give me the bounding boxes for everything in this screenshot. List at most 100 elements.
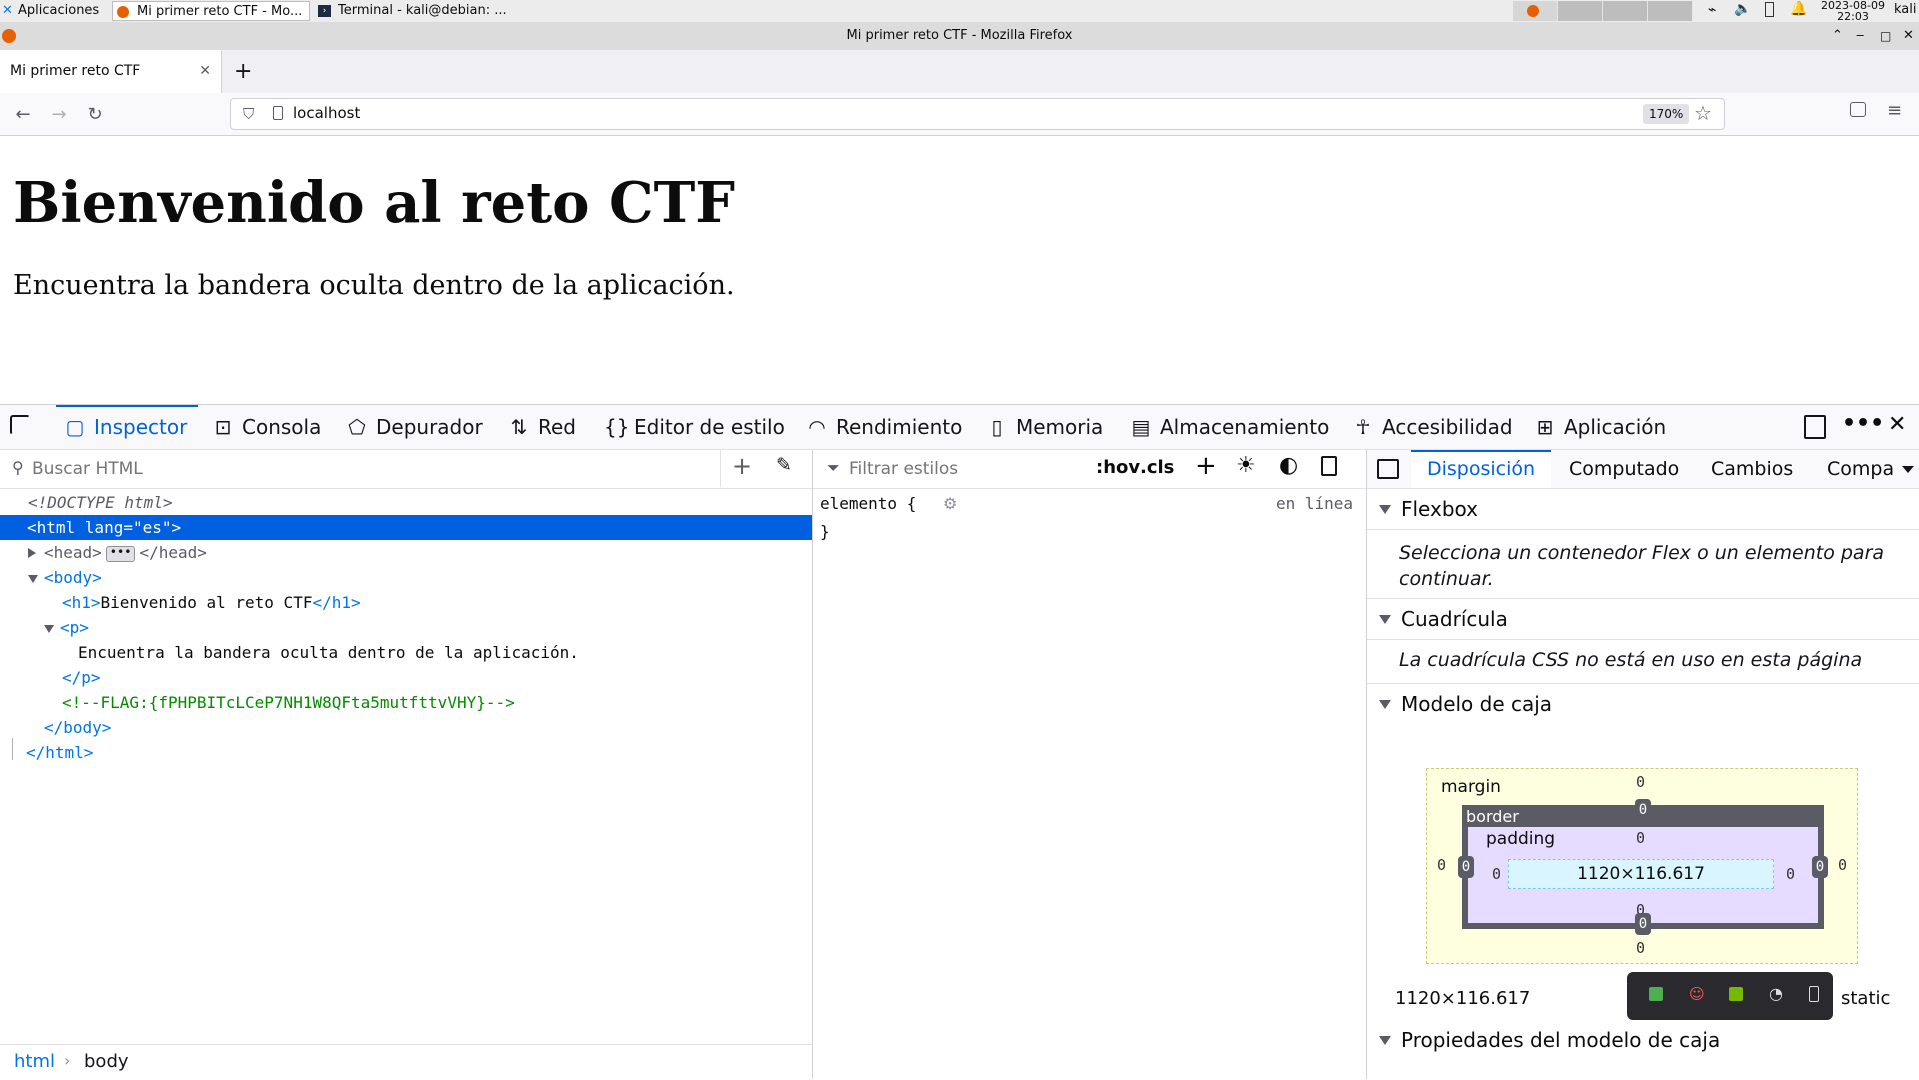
contrast-icon[interactable]: ◐ — [1279, 453, 1298, 478]
p-close-tag[interactable]: </p> — [62, 665, 101, 690]
tray-discord-icon[interactable]: ☺ — [1689, 985, 1705, 1003]
tabs-overflow-chevron-icon[interactable] — [1902, 466, 1914, 473]
tab-inspector[interactable]: ▢ Inspector — [56, 405, 198, 449]
clock[interactable]: 2023-08-09 22:03 — [1820, 0, 1886, 22]
close-devtools-icon[interactable]: ✕ — [1888, 412, 1906, 437]
tab-application[interactable]: ⊞ Aplicación — [1534, 405, 1667, 449]
search-html-input[interactable] — [30, 455, 714, 483]
light-theme-icon[interactable]: ☀ — [1236, 453, 1256, 478]
html-close-tag[interactable]: </html> — [26, 740, 93, 765]
boxmodel-content-size[interactable]: 1120×116.617 — [1508, 859, 1774, 889]
applications-menu[interactable]: ✕ Aplicaciones — [0, 1, 108, 21]
cls-button[interactable]: .cls — [1140, 457, 1174, 478]
grid-section-header[interactable]: Cuadrícula — [1367, 598, 1919, 640]
element-picker-icon[interactable] — [10, 415, 30, 435]
print-media-icon[interactable] — [1321, 456, 1337, 476]
body-close-tag[interactable]: </body> — [44, 715, 111, 740]
padding-top-value[interactable]: 0 — [1636, 829, 1645, 847]
tab-performance[interactable]: ◠ Rendimiento — [806, 405, 962, 449]
browser-tab[interactable]: Mi primer reto CTF ✕ — [0, 50, 222, 93]
expand-arrow-icon[interactable] — [28, 548, 36, 558]
reload-button[interactable]: ↻ — [80, 99, 110, 129]
border-right-value[interactable]: 0 — [1812, 856, 1828, 878]
add-rule-icon[interactable]: + — [1195, 451, 1217, 481]
maximize-button[interactable]: □ — [1880, 22, 1891, 50]
task-firefox[interactable]: Mi primer reto CTF - Mo... — [112, 1, 310, 21]
notification-bell-icon[interactable]: 🔔 — [1790, 1, 1807, 17]
close-window-button[interactable]: ✕ — [1903, 22, 1914, 50]
tray-usb-icon[interactable] — [1809, 986, 1819, 1002]
url-bar[interactable]: ⛉ localhost 170% ☆ — [230, 98, 1725, 130]
h1-node[interactable]: <h1>Bienvenido al reto CTF</h1> — [62, 590, 361, 615]
collapse-arrow-icon[interactable] — [44, 625, 54, 633]
network-icon[interactable]: ⌁ — [1708, 2, 1716, 18]
border-top-value[interactable]: 0 — [1635, 799, 1651, 821]
boxmodel-margin[interactable]: margin 0 0 0 0 border padding 0 0 0 0 11… — [1426, 768, 1858, 964]
window-up-icon[interactable]: ⌃ — [1832, 22, 1843, 50]
new-tab-button[interactable]: + — [234, 59, 252, 84]
rule-source[interactable]: en línea — [1276, 494, 1353, 513]
tab-accessibility[interactable]: ☥ Accesibilidad — [1352, 405, 1513, 449]
collapsed-ellipsis-badge[interactable]: ••• — [105, 545, 136, 562]
minimize-button[interactable]: ‒ — [1856, 22, 1864, 50]
filter-styles-input[interactable] — [847, 455, 1091, 483]
task-terminal[interactable]: › Terminal - kali@debian: ... — [314, 1, 510, 21]
close-tab-icon[interactable]: ✕ — [199, 50, 211, 93]
margin-right-value[interactable]: 0 — [1838, 856, 1847, 874]
tab-storage[interactable]: ▤ Almacenamiento — [1130, 405, 1330, 449]
rule-selector[interactable]: elemento { — [820, 494, 916, 513]
margin-bottom-value[interactable]: 0 — [1636, 939, 1645, 957]
eyedropper-icon[interactable]: ✎ — [776, 454, 792, 476]
breadcrumb-html[interactable]: html — [14, 1051, 55, 1072]
tab-memory[interactable]: ▯ Memoria — [986, 405, 1103, 449]
url-text[interactable]: localhost — [293, 104, 360, 122]
tray-nvidia-icon[interactable] — [1729, 987, 1743, 1001]
boxmodel-section-header[interactable]: Modelo de caja — [1367, 683, 1919, 724]
padding-right-value[interactable]: 0 — [1786, 865, 1795, 883]
flag-comment-node[interactable]: <!--FLAG:{fPHPBITcLCeP7NH1W8QFta5mutfttv… — [62, 690, 515, 715]
pocket-icon[interactable] — [1850, 102, 1866, 117]
workspace-3[interactable] — [1603, 1, 1648, 21]
add-node-icon[interactable]: + — [732, 452, 752, 480]
padding-left-value[interactable]: 0 — [1492, 865, 1501, 883]
tab-debugger[interactable]: ⬠ Depurador — [346, 405, 482, 449]
boxmodel-border[interactable]: border padding 0 0 0 0 1120×116.617 0 0 … — [1458, 799, 1828, 935]
sidebar-tab-compatibility[interactable]: Compa — [1827, 450, 1899, 488]
tab-network[interactable]: ⇅ Red — [508, 405, 576, 449]
tray-app-icon[interactable] — [1649, 987, 1663, 1001]
battery-icon[interactable] — [1765, 2, 1774, 17]
zoom-indicator[interactable]: 170% — [1643, 104, 1690, 124]
tab-console[interactable]: ⊡ Consola — [212, 405, 322, 449]
sidebar-tab-changes[interactable]: Cambios — [1711, 450, 1793, 488]
more-options-icon[interactable]: ••• — [1842, 411, 1884, 436]
collapse-arrow-icon[interactable] — [28, 575, 38, 583]
tray-steam-icon[interactable]: ◔ — [1769, 984, 1783, 1003]
breadcrumb-body[interactable]: body — [84, 1051, 129, 1072]
workspace-1[interactable] — [1513, 1, 1558, 21]
margin-top-value[interactable]: 0 — [1636, 773, 1645, 791]
body-node[interactable]: <body> — [28, 565, 102, 590]
border-bottom-value[interactable]: 0 — [1635, 913, 1651, 935]
bookmark-star-icon[interactable]: ☆ — [1694, 101, 1712, 125]
user-label[interactable]: kali — [1894, 2, 1917, 17]
html-node-selected[interactable]: <html lang="es"> — [0, 515, 812, 540]
p-text-node[interactable]: Encuentra la bandera oculta dentro de la… — [78, 640, 579, 665]
dock-toggle-icon[interactable] — [1804, 415, 1826, 439]
sidebar-tab-computed[interactable]: Computado — [1569, 450, 1679, 488]
workspace-2[interactable] — [1558, 1, 1603, 21]
volume-icon[interactable]: 🔈 — [1734, 1, 1751, 17]
doctype-node[interactable]: <!DOCTYPE html> — [28, 490, 173, 515]
border-left-value[interactable]: 0 — [1458, 856, 1474, 878]
boxmodel-properties-header[interactable]: Propiedades del modelo de caja — [1367, 1020, 1919, 1060]
shield-icon[interactable]: ⛉ — [243, 105, 254, 123]
tab-style-editor[interactable]: {} Editor de estilo — [604, 405, 785, 449]
boxmodel-padding[interactable]: padding 0 0 0 0 1120×116.617 — [1468, 827, 1818, 923]
sidebar-toggle-icon[interactable] — [1377, 459, 1399, 479]
sidebar-tab-layout[interactable]: Disposición — [1411, 450, 1551, 488]
head-node[interactable]: <head> ••• </head> — [28, 540, 207, 565]
workspace-4[interactable] — [1648, 1, 1693, 21]
gear-icon[interactable]: ⚙ — [943, 494, 957, 513]
hamburger-menu-icon[interactable]: ≡ — [1887, 100, 1902, 121]
flexbox-section-header[interactable]: Flexbox — [1367, 489, 1919, 530]
back-button[interactable]: ← — [8, 99, 38, 129]
